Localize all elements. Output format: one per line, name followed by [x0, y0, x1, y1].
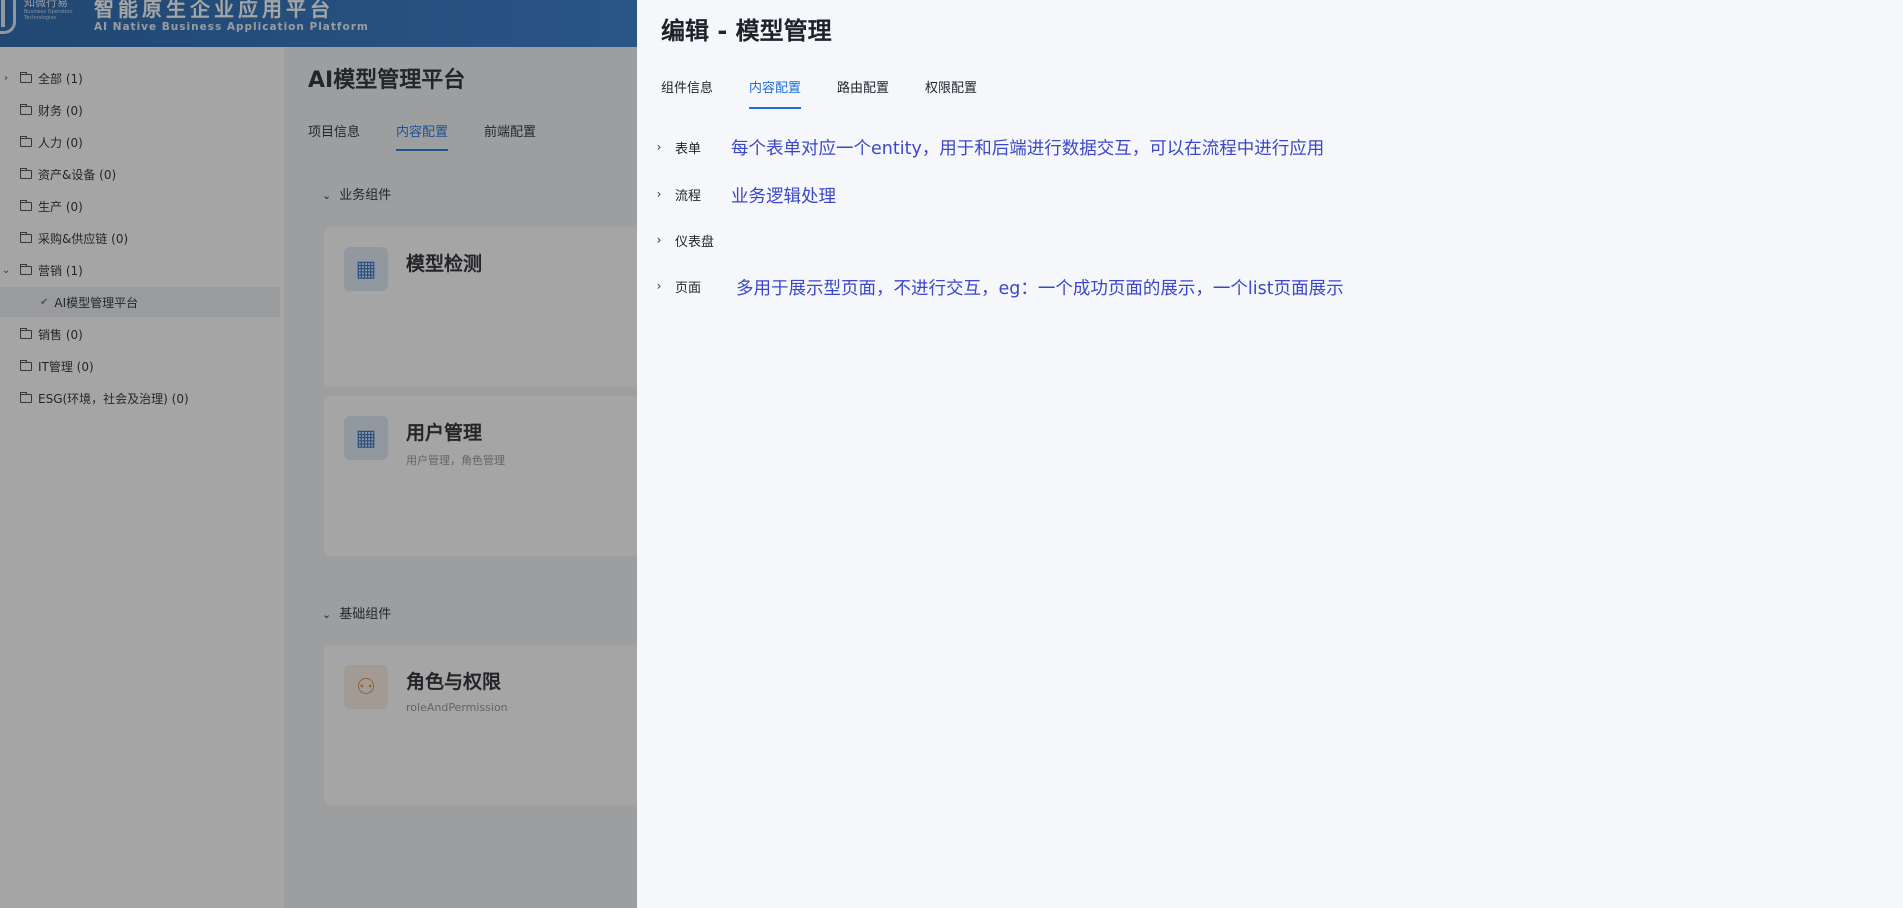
config-row-note: 多用于展示型页面，不进行交互，eg：一个成功页面的展示，一个list页面展示 [736, 279, 1344, 299]
chevron-right-icon: › [656, 187, 662, 201]
config-row-flow[interactable]: › 流程 [653, 182, 701, 206]
drawer-title: 编辑 - 模型管理 [661, 17, 832, 45]
chevron-right-icon: › [656, 140, 662, 154]
edit-drawer: 编辑 - 模型管理 组件信息 内容配置 路由配置 权限配置 › 表单 每个表单对… [637, 0, 1903, 908]
drawer-tab-content-config[interactable]: 内容配置 [749, 77, 802, 109]
drawer-tab-route-config[interactable]: 路由配置 [837, 77, 889, 109]
config-row-note: 每个表单对应一个entity，用于和后端进行数据交互，可以在流程中进行应用 [731, 139, 1325, 159]
chevron-right-icon: › [656, 279, 662, 293]
config-row-form[interactable]: › 表单 [653, 135, 701, 159]
config-row-label: 页面 [675, 280, 702, 296]
config-row-label: 流程 [675, 188, 702, 204]
drawer-tab-component-info[interactable]: 组件信息 [661, 77, 713, 109]
drawer-overlay-mask[interactable] [0, 0, 637, 908]
config-row-label: 表单 [675, 141, 702, 157]
config-row-dashboard[interactable]: › 仪表盘 [653, 228, 714, 252]
config-row-note: 业务逻辑处理 [731, 187, 836, 207]
chevron-right-icon: › [656, 233, 662, 247]
drawer-tab-permission-config[interactable]: 权限配置 [925, 77, 977, 109]
config-row-page[interactable]: › 页面 [653, 274, 701, 298]
config-row-label: 仪表盘 [675, 234, 715, 250]
